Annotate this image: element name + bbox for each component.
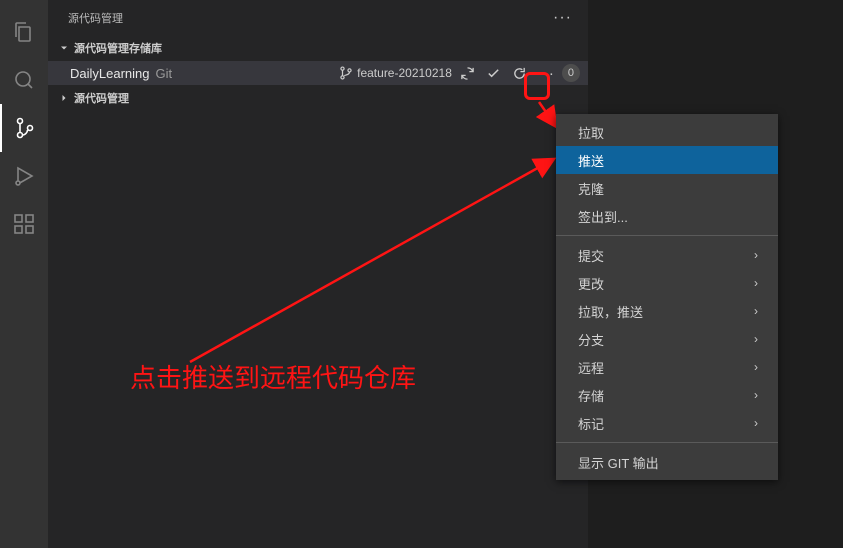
run-debug-icon[interactable] [0,152,48,200]
search-icon[interactable] [0,56,48,104]
panel-title-bar: 源代码管理 ··· [48,0,588,35]
menu-push[interactable]: 推送 [556,146,778,174]
branch-name: feature-20210218 [357,66,452,80]
repo-row[interactable]: DailyLearning Git feature-20210218 ··· 0 [48,61,588,85]
menu-pull[interactable]: 拉取 [556,118,778,146]
chevron-right-icon: › [754,248,758,262]
section-header-label: 源代码管理存储库 [74,40,162,56]
activity-bar [0,0,48,548]
menu-clone[interactable]: 克隆 [556,174,778,202]
repo-name: DailyLearning [70,66,150,81]
menu-changes[interactable]: 更改› [556,269,778,297]
menu-pull-push[interactable]: 拉取，推送› [556,297,778,325]
chevron-right-icon: › [754,304,758,318]
commit-check-icon[interactable] [484,63,504,83]
branch-indicator[interactable]: feature-20210218 [339,66,452,80]
explorer-icon[interactable] [0,8,48,56]
chevron-right-icon: › [754,332,758,346]
menu-tags[interactable]: 标记› [556,409,778,437]
section-scm[interactable]: 源代码管理 [48,85,588,111]
chevron-right-icon [56,92,72,104]
source-control-sidebar: 源代码管理 ··· 源代码管理存储库 DailyLearning Git fea… [48,0,588,548]
source-control-icon[interactable] [0,104,48,152]
chevron-right-icon: › [754,416,758,430]
context-menu: 拉取 推送 克隆 签出到... 提交› 更改› 拉取，推送› 分支› 远程› 存… [556,114,778,480]
refresh-icon[interactable] [510,63,530,83]
annotation-text: 点击推送到远程代码仓库 [130,358,416,395]
changes-count: 0 [562,64,580,82]
menu-commit[interactable]: 提交› [556,241,778,269]
panel-title: 源代码管理 [68,10,123,26]
menu-separator [556,235,778,236]
menu-stash[interactable]: 存储› [556,381,778,409]
extensions-icon[interactable] [0,200,48,248]
section-repositories[interactable]: 源代码管理存储库 [48,35,588,61]
menu-checkout[interactable]: 签出到... [556,202,778,230]
chevron-right-icon: › [754,360,758,374]
menu-separator [556,442,778,443]
panel-more-icon[interactable]: ··· [553,9,572,27]
menu-branch[interactable]: 分支› [556,325,778,353]
subsection-header-label: 源代码管理 [74,90,129,106]
chevron-down-icon [56,42,72,54]
sync-icon[interactable] [458,63,478,83]
more-actions-icon[interactable]: ··· [536,63,556,83]
menu-remote[interactable]: 远程› [556,353,778,381]
chevron-right-icon: › [754,276,758,290]
menu-show-git-output[interactable]: 显示 GIT 输出 [556,448,778,476]
chevron-right-icon: › [754,388,758,402]
repo-type: Git [156,66,173,81]
